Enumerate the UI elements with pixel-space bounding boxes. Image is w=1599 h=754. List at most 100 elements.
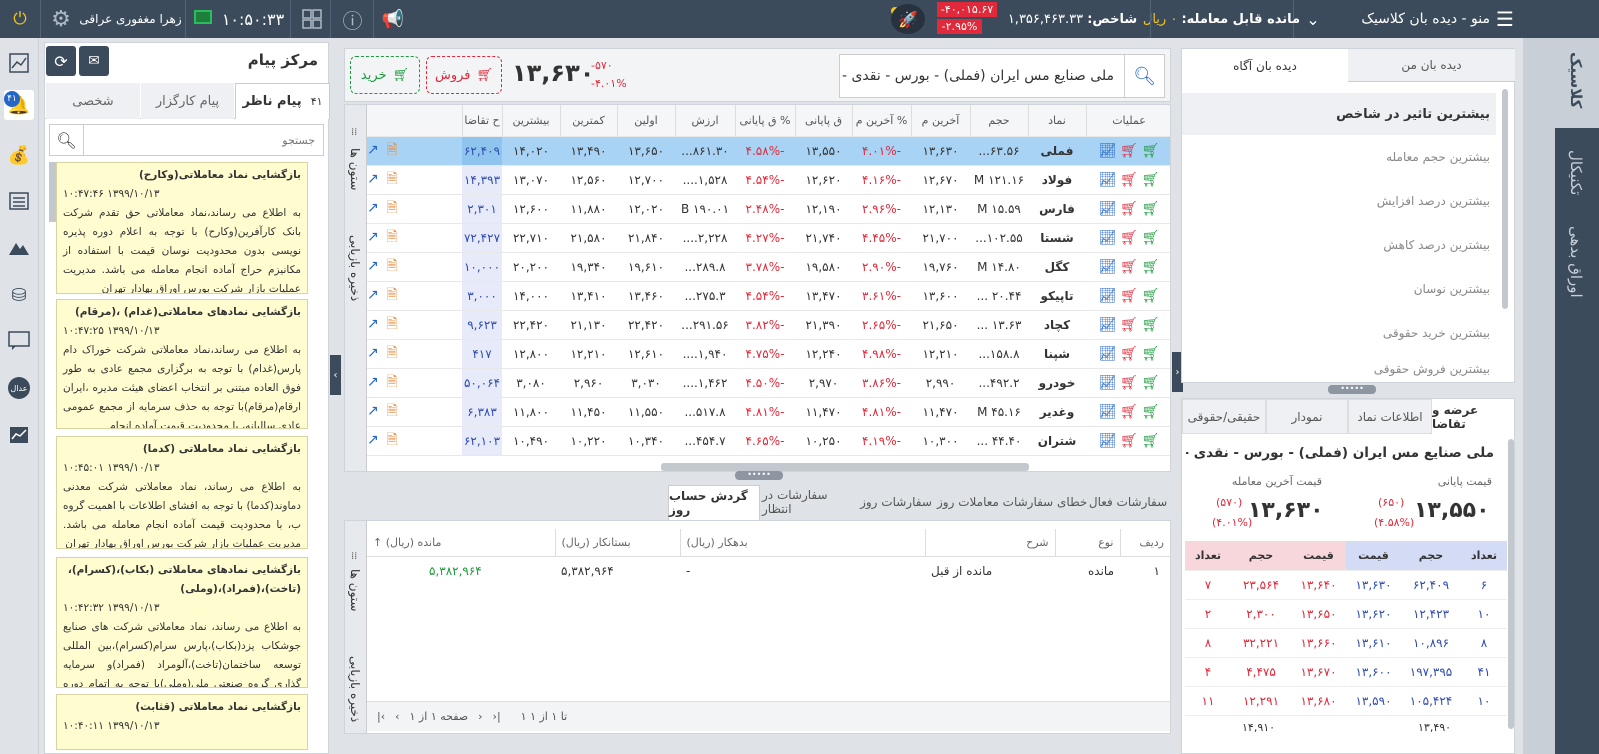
document-icon[interactable]: 🗎 (386, 313, 397, 337)
col-debit[interactable]: بدهکار (ریال) (679, 529, 925, 557)
cell-symbol[interactable]: تاپیکو (1028, 281, 1086, 311)
document-icon[interactable]: 🗎 (386, 342, 397, 366)
chevron-down-icon[interactable]: ⌄ (1298, 0, 1328, 38)
splitter-handle[interactable]: ••••• (735, 471, 783, 480)
cell-symbol[interactable]: فولاد (1028, 165, 1086, 195)
col-type[interactable]: نوع (1054, 529, 1120, 557)
sell-cart-icon[interactable]: 🛒︎ (1120, 288, 1138, 304)
table-row[interactable]: 🛒︎ 🛒︎ 📈︎ کچاد ۱۳.۶۳ ... ۲۱,۶۵۰ -۲.۶۵% ۲۱,۳۹۰-… (367, 310, 1170, 340)
cell-symbol[interactable]: شستا (1028, 223, 1086, 253)
grid-layout-icon[interactable] (295, 0, 328, 38)
filter-top-legal-sell[interactable]: بیشترین فروش حقوقی (1182, 355, 1496, 383)
message-item[interactable]: بازگشایی نمادهای معاملاتی (بکاب)،(کسرام)… (56, 557, 308, 688)
cell-symbol[interactable]: کگل (1028, 252, 1086, 282)
buy-cart-icon[interactable]: 🛒︎ (1142, 172, 1160, 188)
table-row[interactable]: ۱ مانده مانده از قبل - ۵,۳۸۲,۹۶۴ ۵,۳۸۲,۹… (367, 556, 1170, 586)
buy-cart-icon[interactable]: 🛒︎ (1142, 346, 1160, 362)
order-book-row[interactable]: ۲ ۲,۳۰۰ ۱۳,۶۵۰ ۱۳,۶۲۰ ۱۲,۴۲۳ ۱۰ (1185, 599, 1507, 629)
cell-symbol[interactable]: فملی (1028, 136, 1086, 166)
col-balance[interactable]: مانده (ریال) ↑ (367, 529, 555, 557)
drag-handle-icon[interactable]: ⁞⁞ (351, 551, 357, 562)
tab-supervisor-messages[interactable]: پیام ناظر ۴۱ (235, 83, 330, 119)
tab-chart[interactable]: نمودار (1266, 399, 1348, 434)
tab-daily-account[interactable]: گردش حساب روز (668, 485, 760, 520)
rocket-icon[interactable]: 🚀 (891, 4, 925, 34)
sell-cart-icon[interactable]: 🛒︎ (1120, 201, 1138, 217)
buy-cart-icon[interactable]: 🛒︎ (1142, 317, 1160, 333)
col-low[interactable]: کمترین (560, 105, 618, 137)
document-icon[interactable]: 🗎 (386, 400, 397, 424)
sell-cart-icon[interactable]: 🛒︎ (1120, 230, 1138, 246)
tab-order-book[interactable]: عرضه و تقاضا (1432, 399, 1514, 434)
external-link-icon[interactable]: ↗ (367, 171, 379, 187)
tab-real-legal[interactable]: حقیقی/حقوقی (1182, 399, 1266, 434)
sell-cart-icon[interactable]: 🛒︎ (1120, 143, 1138, 159)
table-row[interactable]: 🛒︎ 🛒︎ 📈︎ وغدیر ۴۵.۱۶ M ۱۱,۴۷۰ -۴.۸۱% ۱۱,۴۷۰ -۴… (367, 397, 1170, 427)
save-restore-toggle[interactable]: ذخیره بازیابی (348, 656, 362, 722)
col-volume[interactable]: حجم (970, 105, 1029, 137)
cell-symbol[interactable]: فارس (1028, 194, 1086, 224)
external-link-icon[interactable]: ↗ (367, 374, 379, 390)
external-link-icon[interactable]: ↗ (367, 345, 379, 361)
buy-cart-icon[interactable]: 🛒︎ (1142, 201, 1160, 217)
filter-scrollbar[interactable] (1502, 89, 1508, 309)
external-link-icon[interactable]: ↗ (367, 258, 379, 274)
col-first[interactable]: اولین (617, 105, 676, 137)
order-book-row[interactable]: ۱۱ ۱۲,۲۹۱ ۱۳,۶۸۰ ۱۳,۵۹۰ ۱۰۵,۴۲۴ ۱۰ (1185, 686, 1507, 716)
columns-toggle[interactable]: ستون ها (348, 569, 362, 612)
external-link-icon[interactable]: ↗ (367, 287, 379, 303)
document-icon[interactable]: 🗎 (386, 139, 397, 163)
col-row[interactable]: ردیف (1119, 529, 1170, 557)
tab-pending-orders[interactable]: سفارشات در انتظار (762, 488, 858, 516)
message-search-input[interactable] (84, 125, 323, 155)
document-icon[interactable]: 🗎 (386, 255, 397, 279)
table-row[interactable]: 🛒︎ 🛒︎ 📈︎ شتران ۴۴.۴۰ ... ۱۰,۳۰۰ -۴.۱۹% ۱۰,۲۵۰… (367, 426, 1170, 456)
buy-cart-icon[interactable]: 🛒︎ (1142, 375, 1160, 391)
user-name[interactable]: زهرا مغفوری عراقی (78, 0, 183, 38)
message-scrollbar[interactable] (49, 162, 56, 222)
save-restore-toggle[interactable]: ذخیره بازیابی (348, 235, 362, 301)
order-book-row[interactable]: ۷ ۲۳,۵۶۴ ۱۳,۶۴۰ ۱۳,۶۳۰ ۶۲,۴۰۹ ۶ (1185, 570, 1507, 600)
sell-cart-icon[interactable]: 🛒︎ (1120, 172, 1138, 188)
buy-cart-icon[interactable]: 🛒︎ (1142, 433, 1160, 449)
search-icon[interactable]: 🔍︎ (50, 125, 84, 155)
hamburger-menu-icon[interactable]: ☰ (1490, 0, 1520, 38)
horizontal-scrollbar[interactable] (661, 463, 1029, 471)
table-row[interactable]: 🛒︎ 🛒︎ 📈︎ تاپیکو ۲۰.۴۴ ... ۱۳,۶۰۰ -۳.۶۱% ۱۳,۴۷… (367, 281, 1170, 311)
sell-cart-icon[interactable]: 🛒︎ (1120, 259, 1138, 275)
document-icon[interactable]: 🗎 (386, 371, 397, 395)
external-link-icon[interactable]: ↗ (367, 316, 379, 332)
order-book-row[interactable]: ۸ ۳۲,۲۲۱ ۱۳,۶۶۰ ۱۳,۶۱۰ ۱۰,۸۹۶ ۸ (1185, 628, 1507, 658)
power-icon[interactable]: ⏻ (4, 0, 36, 38)
chart-trend-icon[interactable]: 📈︎ (1099, 143, 1117, 159)
chart-trend-icon[interactable]: 📈︎ (1099, 172, 1117, 188)
refresh-button[interactable]: ⟳ (46, 46, 76, 76)
filter-top-legal-buy[interactable]: بیشترین خرید حقوقی (1182, 311, 1496, 355)
chart-line-icon[interactable] (4, 48, 34, 78)
edalat-icon[interactable]: عدال (4, 373, 34, 403)
sell-cart-icon[interactable]: 🛒︎ (1120, 346, 1138, 362)
chart-trend-icon[interactable]: 📈︎ (1099, 317, 1117, 333)
buy-cart-icon[interactable]: 🛒︎ (1142, 288, 1160, 304)
coins-icon[interactable]: ⛁ (4, 280, 34, 310)
columns-toggle[interactable]: ستون ها (348, 148, 362, 191)
chart-trend-icon[interactable]: 📈︎ (1099, 433, 1117, 449)
chart-trend-icon[interactable]: 📈︎ (1099, 259, 1117, 275)
col-operations[interactable]: عملیات (1086, 105, 1170, 137)
col-close-price[interactable]: ق پایانی (795, 105, 853, 137)
filter-top-decrease[interactable]: بیشترین درصد کاهش (1182, 223, 1496, 267)
last-page-icon[interactable]: ›| (493, 710, 501, 723)
table-row[interactable]: 🛒︎ 🛒︎ 📈︎ خودرو ۴۹۲.۲... ۲,۹۹۰ -۳.۸۶% ۲,۹۷۰ -۴.… (367, 368, 1170, 398)
filter-top-increase[interactable]: بیشترین درصد افزایش (1182, 179, 1496, 223)
document-icon[interactable]: 🗎 (386, 284, 397, 308)
megaphone-icon[interactable]: 📢 (378, 0, 408, 38)
external-link-icon[interactable]: ↗ (367, 432, 379, 448)
table-row[interactable]: 🛒︎ 🛒︎ 📈︎ فارس ۱۵.۵۹ M ۱۲,۱۳۰ -۲.۹۶% ۱۲,۱۹۰ -۲.… (367, 194, 1170, 224)
report-chart-icon[interactable] (4, 420, 34, 450)
symbol-search[interactable]: ملی صنایع مس ایران (فملی) - بورس - نقدی … (839, 54, 1165, 98)
tab-order-errors[interactable]: خطای سفارشات (1002, 491, 1088, 513)
col-close-percent[interactable]: % ق پایانی (735, 105, 796, 137)
money-bag-icon[interactable]: 💰 (4, 140, 34, 170)
chart-trend-icon[interactable]: 📈︎ (1099, 230, 1117, 246)
tab-technical[interactable]: تکنیکال (1567, 150, 1585, 195)
